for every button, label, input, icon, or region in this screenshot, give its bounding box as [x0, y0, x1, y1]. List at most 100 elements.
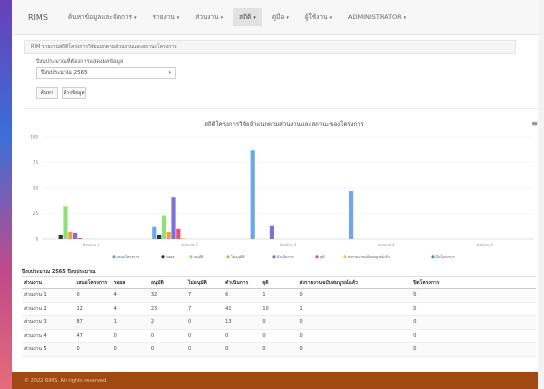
table-cell: 12	[74, 302, 112, 316]
nav-item-manual[interactable]: คู่มือ ▾	[266, 8, 295, 26]
chevron-down-icon: ▾	[220, 15, 224, 21]
chevron-down-icon: ▾	[176, 15, 180, 21]
table-cell: ส่วนงาน 2	[22, 302, 75, 316]
table-cell: 0	[411, 302, 536, 316]
table-cell: 0	[111, 342, 149, 357]
table-cell: 0	[411, 315, 536, 330]
table-cell: 4	[111, 288, 149, 303]
table-header-cell: อนุมัติ	[148, 276, 186, 289]
table-body: ส่วนงาน 1 0 4 32 7 6 1 0 0 ส่วนงาน 2 12 4 23 7 41 10 1 0 ส…	[22, 288, 536, 357]
legend-marker	[112, 255, 116, 259]
bar	[58, 234, 63, 239]
table-cell: 0	[297, 329, 412, 343]
table-caption: ปีงบประมาณ 2565 ปีงบประมาณ	[22, 269, 96, 275]
table-cell: 0	[260, 329, 298, 343]
bar	[73, 232, 78, 239]
top-navbar: RIMS ค้นหาข้อมูลและจัดการ ▾ รายงาน ▾ ส่วนง…	[12, 0, 538, 35]
table-cell: 0	[148, 329, 186, 343]
table-cell: 7	[186, 288, 224, 303]
table-cell: ส่วนงาน 1	[22, 288, 75, 303]
y-tick-label: 50	[33, 186, 39, 191]
nav-item-statistics[interactable]: สถิติ ▾	[233, 8, 262, 26]
x-tick-label: ส่วนงาน 5	[477, 243, 493, 247]
table-cell: 0	[411, 329, 536, 343]
legend-marker	[161, 255, 165, 259]
legend-marker	[189, 255, 193, 259]
brand-logo[interactable]: RIMS	[28, 13, 48, 22]
table-header-cell: ส่วนงาน	[22, 276, 75, 289]
legend-label: ปิดโครงการ	[436, 254, 455, 259]
nav-item-reports[interactable]: รายงาน ▾	[147, 8, 186, 26]
table-cell: 10	[260, 302, 298, 316]
bar	[349, 191, 354, 239]
table-header-cell: ยุติ	[260, 276, 298, 289]
footer: © 2022 RIMS. All rights reserved.	[12, 372, 538, 389]
legend-marker	[226, 255, 230, 259]
bar	[63, 206, 68, 239]
legend-label: เสนอโครงการ	[117, 254, 139, 259]
table-header-cell: ไม่อนุมัติ	[186, 276, 224, 289]
year-select[interactable]: ปีงบประมาณ 2565 ▾	[36, 67, 176, 79]
legend-marker	[272, 255, 276, 259]
statistics-table: ส่วนงาน เสนอโครงการ รอผล อนุมัติ ไม่อนุมัติด…	[22, 276, 536, 357]
table-cell: 0	[148, 342, 186, 357]
nav-item-departments[interactable]: ส่วนงาน ▾	[189, 8, 229, 26]
table-cell: 0	[223, 342, 261, 357]
legend-label: ส่งรายงานฉบับสมบูรณ์แล้ว	[348, 254, 390, 259]
chevron-down-icon: ▾	[286, 15, 289, 21]
chevron-down-icon: ▾	[329, 15, 333, 21]
table-row: ส่วนงาน 2 12 4 23 7 41 10 1 0	[22, 302, 536, 316]
table-cell: 1	[111, 315, 149, 330]
table-header-cell: เสนอโครงการ	[74, 276, 112, 289]
table-header-cell: ดำเนินการ	[223, 276, 261, 289]
bar	[269, 225, 275, 239]
chevron-down-icon: ▾	[134, 15, 137, 21]
table-cell: 0	[411, 288, 536, 303]
table-header-cell: ปิดโครงการ	[411, 276, 536, 289]
legend-label: ดำเนินการ	[277, 255, 294, 259]
bar-chart: 0 25 50 75 100 ส่วนงาน 1 ส่วนงาน 2 ส่วนงาน 3 ส่ว…	[30, 135, 534, 260]
chevron-down-icon: ▾	[168, 70, 171, 76]
table-cell: 0	[74, 342, 112, 357]
legend-marker	[315, 255, 319, 259]
table-row: ส่วนงาน 4 47 0 0 0 0 0 0 0	[22, 329, 536, 343]
table-cell: 0	[297, 342, 412, 357]
nav-item-search[interactable]: ค้นหาข้อมูลและจัดการ ▾	[62, 8, 143, 26]
breadcrumb: RIM รายงานสถิติโครงการวิจัยแยกตามส่วนงาน…	[24, 40, 516, 54]
table-cell: 0	[111, 329, 149, 343]
table-cell: 0	[186, 342, 224, 357]
legend-label: ยุติ	[320, 255, 325, 260]
table-row: ส่วนงาน 500000000	[22, 342, 536, 357]
search-button[interactable]: ค้นหา	[36, 87, 58, 99]
table-row: ส่วนงาน 3 87 1 2 0 13 0 0 0	[22, 315, 536, 330]
bar	[171, 197, 176, 239]
nav-item-admin[interactable]: ADMINISTRATOR ▾	[342, 9, 412, 25]
table-cell: 23	[148, 302, 186, 316]
table-cell: 0	[297, 288, 412, 303]
bar	[181, 237, 186, 239]
table-cell: 32	[148, 288, 186, 303]
table-cell: 0	[260, 342, 298, 357]
table-cell: 1	[260, 288, 298, 303]
table-cell: 47	[74, 329, 112, 343]
bar	[77, 237, 83, 239]
table-cell: ส่วนงาน 5	[22, 342, 75, 357]
table-cell: 0	[260, 315, 298, 330]
table-cell: 87	[74, 315, 112, 330]
y-tick-label: 100	[30, 135, 38, 140]
table-header-cell: รอผล	[111, 276, 149, 289]
reset-button[interactable]: ล้างข้อมูล	[62, 87, 86, 99]
table-cell: 7	[186, 302, 224, 316]
bar	[161, 215, 167, 239]
y-tick-label: 0	[35, 237, 38, 242]
table-cell: 4	[111, 302, 149, 316]
chart-panel: สถิติโครงการวิจัยจำแนกตามส่วนงานและสถานะ…	[24, 108, 544, 267]
nav-item-users[interactable]: ผู้ใช้งาน ▾	[299, 8, 338, 26]
y-tick-label: 25	[33, 211, 39, 216]
bar	[176, 228, 181, 239]
table-cell: 0	[186, 315, 224, 330]
table-cell: 0	[297, 315, 412, 330]
table-cell: 41	[223, 302, 261, 316]
bar	[68, 231, 73, 239]
legend-label: อนุมัติ	[194, 255, 204, 260]
